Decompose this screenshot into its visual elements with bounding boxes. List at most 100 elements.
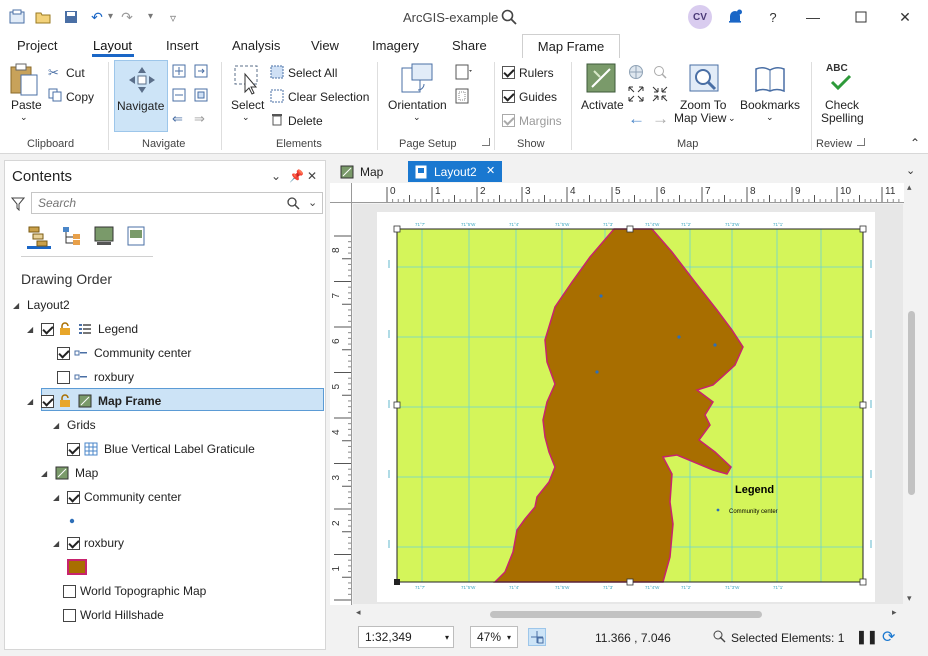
margins-setup-icon[interactable] <box>455 88 471 107</box>
zoom-selected-icon[interactable] <box>652 64 668 83</box>
select-all-icon[interactable] <box>270 65 284 82</box>
open-folder-icon[interactable] <box>34 8 52 26</box>
lock-icon[interactable] <box>58 394 72 408</box>
delete-icon[interactable] <box>270 112 284 129</box>
scale-dropdown-icon[interactable]: ▾ <box>445 633 449 642</box>
bookmarks-icon[interactable] <box>754 63 786 98</box>
clear-selection-icon[interactable] <box>270 89 284 106</box>
vertical-scrollbar[interactable]: ▴ ▾ <box>904 182 918 605</box>
full-extent-icon[interactable] <box>194 88 208 105</box>
tree-item-graticule[interactable]: Blue Vertical Label Graticule <box>67 438 255 460</box>
orientation-dropdown-icon[interactable]: ⌄ <box>413 112 421 123</box>
scroll-down-icon[interactable]: ▾ <box>907 593 912 604</box>
previous-extent-icon[interactable]: ⇐ <box>172 111 183 127</box>
lock-icon[interactable] <box>58 322 72 336</box>
vertical-ruler[interactable]: 876543210 <box>330 203 352 605</box>
undo-icon[interactable]: ↶ <box>88 8 106 26</box>
pin-icon[interactable]: 📌 <box>289 169 304 183</box>
tree-item-legend-community[interactable]: Community center <box>57 342 191 364</box>
maximize-icon[interactable] <box>850 6 872 28</box>
arcgis-project-icon[interactable] <box>8 8 26 26</box>
tree-item-basemap-topo[interactable]: World Topographic Map <box>63 580 206 602</box>
customize-toolbar-icon[interactable]: ▿ <box>170 11 176 25</box>
delete-button[interactable]: Delete <box>288 114 323 128</box>
orientation-icon[interactable] <box>400 62 434 99</box>
pause-drawing-icon[interactable]: ❚❚ <box>856 629 878 645</box>
search-field[interactable]: ⌄ <box>31 192 323 214</box>
select-button[interactable]: Select <box>231 98 264 112</box>
polygon-symbol-icon[interactable] <box>67 559 87 575</box>
minimize-icon[interactable]: — <box>802 6 824 28</box>
zoom-selector[interactable]: 47% ▾ <box>470 626 518 648</box>
tab-imagery[interactable]: Imagery <box>372 38 419 53</box>
search-icon[interactable] <box>286 196 300 213</box>
tree-item-basemap-hillshade[interactable]: World Hillshade <box>63 604 164 626</box>
tab-share[interactable]: Share <box>452 38 487 53</box>
graticule-visibility-checkbox[interactable] <box>67 442 80 456</box>
snapping-toggle[interactable] <box>528 628 546 646</box>
zoom-out-fixed-icon[interactable] <box>172 88 186 105</box>
scroll-right-icon[interactable]: ▸ <box>892 607 897 618</box>
check-spelling-icon[interactable]: ABC <box>826 63 856 92</box>
shrink-extent-icon[interactable] <box>652 86 668 105</box>
notifications-icon[interactable] <box>724 6 746 28</box>
zoom-dropdown-icon[interactable]: ▾ <box>507 633 511 642</box>
check-spelling-button[interactable]: Check <box>825 98 859 112</box>
bookmarks-dropdown-icon[interactable]: ⌄ <box>766 112 774 123</box>
community-layer-checkbox[interactable] <box>67 490 80 504</box>
doc-tab-map[interactable]: Map <box>334 161 402 182</box>
collapse-arrow-icon[interactable]: ◢ <box>53 493 63 502</box>
collapse-arrow-icon[interactable]: ◢ <box>53 421 63 430</box>
list-by-hierarchy-icon[interactable] <box>61 225 85 249</box>
scroll-left-icon[interactable]: ◂ <box>356 607 361 618</box>
next-extent-icon[interactable]: ⇒ <box>194 111 205 127</box>
search-input[interactable] <box>32 193 272 213</box>
list-by-type-icon[interactable] <box>93 225 117 249</box>
review-launcher-icon[interactable] <box>857 138 865 146</box>
cut-icon[interactable]: ✂ <box>48 65 59 81</box>
navigate-button[interactable]: Navigate <box>114 60 168 132</box>
search-dropdown-icon[interactable]: ⌄ <box>308 196 317 209</box>
basemap-topo-checkbox[interactable] <box>63 584 76 598</box>
tab-view[interactable]: View <box>311 38 339 53</box>
copy-icon[interactable] <box>48 88 62 105</box>
community-symbol[interactable] <box>67 510 77 532</box>
save-icon[interactable] <box>62 8 80 26</box>
paste-dropdown-icon[interactable]: ⌄ <box>20 112 28 123</box>
tree-item-map-frame[interactable]: ◢ Map Frame <box>27 390 161 412</box>
scroll-up-icon[interactable]: ▴ <box>907 182 912 193</box>
roxbury-layer-checkbox[interactable] <box>67 536 80 550</box>
help-icon[interactable]: ? <box>762 6 784 28</box>
page-setup-launcher-icon[interactable] <box>482 138 490 146</box>
select-icon[interactable] <box>233 64 263 99</box>
legend-item-community-checkbox[interactable] <box>57 346 70 360</box>
zoom-to-page-icon[interactable] <box>194 64 208 81</box>
layout-canvas[interactable]: Legend Community center 71°7' 71°5'W 71°4'… <box>353 204 903 604</box>
globe-icon[interactable] <box>628 64 644 83</box>
basemap-hillshade-checkbox[interactable] <box>63 608 76 622</box>
tab-map-frame[interactable]: Map Frame <box>522 34 620 58</box>
activate-icon[interactable] <box>586 63 616 98</box>
legend-visibility-checkbox[interactable] <box>41 322 54 336</box>
zoom-to-map-view-button[interactable]: Zoom To <box>680 98 726 112</box>
close-tab-icon[interactable]: ✕ <box>486 164 495 177</box>
cut-button[interactable]: Cut <box>66 66 85 80</box>
zoom-to-map-view-icon[interactable] <box>688 63 720 98</box>
refresh-icon[interactable]: ⟳ <box>882 627 895 647</box>
collapse-arrow-icon[interactable]: ◢ <box>27 325 37 334</box>
search-icon[interactable] <box>500 8 518 26</box>
clear-selection-button[interactable]: Clear Selection <box>288 90 369 104</box>
pane-options-icon[interactable]: ⌄ <box>271 169 281 183</box>
tree-item-legend[interactable]: ◢ Legend <box>27 318 138 340</box>
tab-insert[interactable]: Insert <box>166 38 199 53</box>
copy-button[interactable]: Copy <box>66 90 94 104</box>
redo-icon[interactable]: ↷ <box>118 8 136 26</box>
activate-button[interactable]: Activate <box>581 98 624 112</box>
drawing-order-tab-icon[interactable] <box>27 225 51 249</box>
zoom-in-fixed-icon[interactable] <box>172 64 186 81</box>
collapse-ribbon-icon[interactable]: ⌃ <box>910 136 920 150</box>
page-size-icon[interactable] <box>455 64 473 83</box>
paste-button[interactable]: Paste <box>11 98 42 112</box>
horizontal-scroll-thumb[interactable] <box>490 611 762 618</box>
select-all-button[interactable]: Select All <box>288 66 337 80</box>
